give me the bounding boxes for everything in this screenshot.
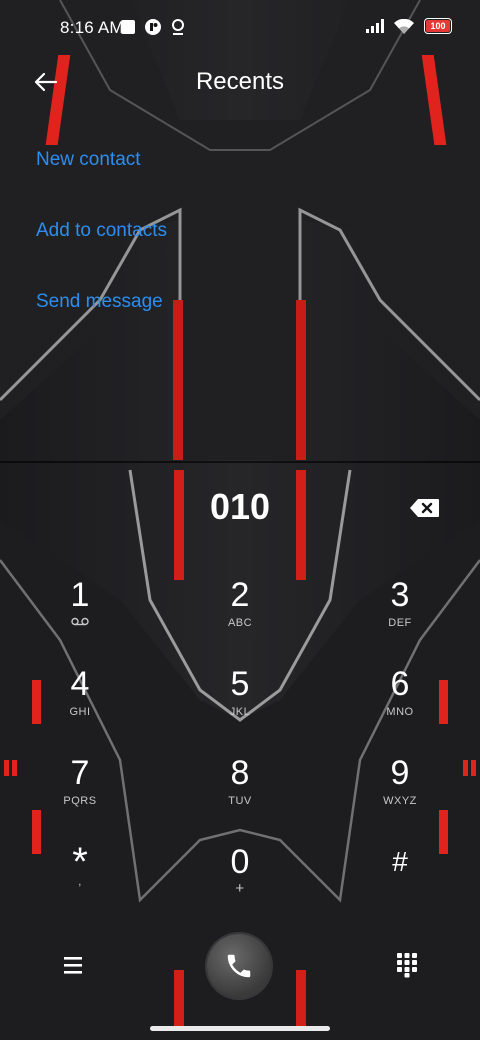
wifi-icon <box>394 18 414 34</box>
key-letters: , <box>78 876 82 888</box>
home-indicator[interactable] <box>150 1026 330 1031</box>
menu-button[interactable] <box>62 954 86 976</box>
key-2[interactable]: 2 ABC <box>180 575 300 655</box>
key-8[interactable]: 8 TUV <box>180 753 300 833</box>
app-notification-icon <box>145 19 161 35</box>
key-letters: ABC <box>227 617 253 629</box>
call-button[interactable] <box>207 934 271 998</box>
key-digit: 5 <box>230 665 250 703</box>
dialpad-toggle-button[interactable] <box>396 952 418 978</box>
add-to-contacts-link[interactable]: Add to contacts <box>36 217 336 288</box>
phone-icon <box>227 954 251 978</box>
key-5[interactable]: 5 JKL <box>180 664 300 744</box>
status-system-icons: 100 <box>366 18 452 34</box>
key-letters: DEF <box>388 617 412 629</box>
key-letters: TUV <box>228 795 252 807</box>
key-digit: 0 <box>230 843 250 881</box>
key-9[interactable]: 9 WXYZ <box>340 753 460 833</box>
header: Recents <box>0 56 480 108</box>
send-message-link[interactable]: Send message <box>36 288 336 359</box>
backspace-icon <box>410 499 439 517</box>
key-6[interactable]: 6 MNO <box>340 664 460 744</box>
key-3[interactable]: 3 DEF <box>340 575 460 655</box>
status-time: 8:16 AM <box>60 18 124 37</box>
key-digit: 6 <box>390 665 410 703</box>
signal-icon <box>366 19 384 33</box>
key-hash[interactable]: # <box>340 842 460 922</box>
key-letters: PQRS <box>63 795 97 807</box>
key-letters: + <box>235 880 245 897</box>
location-icon <box>172 19 184 35</box>
key-star[interactable]: * , <box>20 842 140 922</box>
key-digit: 2 <box>230 576 250 614</box>
status-notification-icons <box>120 18 186 36</box>
menu-icon <box>64 957 82 974</box>
square-notification-icon <box>121 20 135 34</box>
battery-icon: 100 <box>424 18 452 34</box>
key-1[interactable]: 1 <box>20 575 140 655</box>
key-digit: 1 <box>70 576 90 614</box>
backspace-button[interactable] <box>410 498 440 518</box>
key-7[interactable]: 7 PQRS <box>20 753 140 833</box>
battery-percent: 100 <box>430 21 446 31</box>
key-digit: 8 <box>230 754 250 792</box>
number-actions: New contact Add to contacts Send message <box>36 146 336 359</box>
bottom-action-bar <box>0 930 480 1010</box>
key-letters: GHI <box>69 706 91 718</box>
dialed-number: 010 <box>209 486 271 527</box>
key-letters: JKL <box>229 706 251 718</box>
key-letters: WXYZ <box>383 795 417 807</box>
key-digit: 3 <box>390 576 410 614</box>
key-digit: 7 <box>70 754 90 792</box>
new-contact-link[interactable]: New contact <box>36 146 336 217</box>
status-bar: 8:16 AM 100 <box>0 0 480 56</box>
key-digit: 4 <box>70 665 90 703</box>
key-digit: # <box>392 846 408 877</box>
key-4[interactable]: 4 GHI <box>20 664 140 744</box>
voicemail-icon <box>20 617 140 629</box>
key-digit: 9 <box>390 754 410 792</box>
key-0[interactable]: 0 + <box>180 842 300 922</box>
key-letters: MNO <box>386 706 414 718</box>
dialpad-icon <box>397 953 417 978</box>
page-title: Recents <box>195 68 285 95</box>
